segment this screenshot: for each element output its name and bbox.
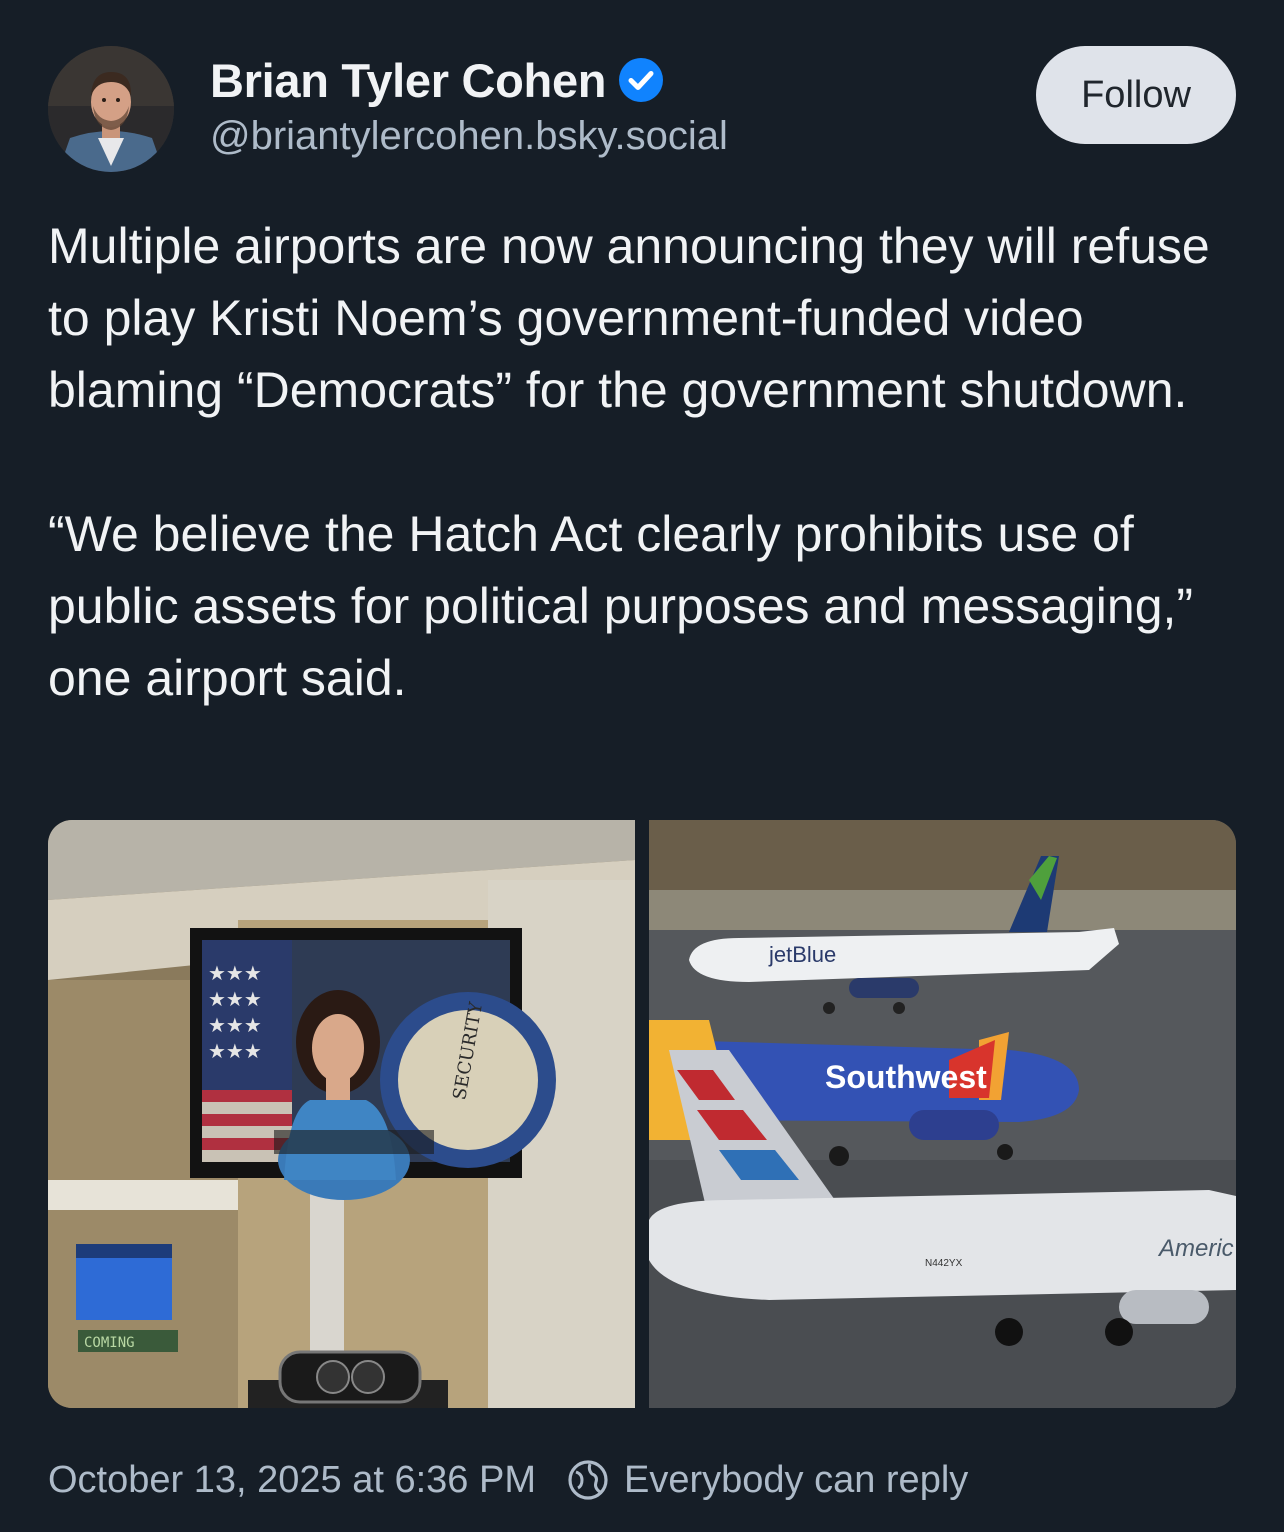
verified-check-icon [619,58,664,102]
jetblue-label: jetBlue [768,942,836,967]
post-card: Brian Tyler Cohen @briantylercohen.bsky.… [0,0,1284,1532]
author-handle[interactable]: @briantylercohen.bsky.social [210,114,728,159]
avatar[interactable] [48,46,174,172]
svg-text:★★★: ★★★ [208,961,262,985]
post-paragraph: “We believe the Hatch Act clearly prohib… [48,506,1194,706]
post-paragraph: Multiple airports are now announcing the… [48,218,1210,418]
post-footer: October 13, 2025 at 6:36 PM Everybody ca… [48,1452,968,1508]
southwest-label: Southwest [825,1059,987,1095]
globe-icon [568,1460,608,1500]
svg-text:★★★: ★★★ [208,987,262,1011]
svg-text:★★★: ★★★ [208,1013,262,1037]
tail-number-label: N442YX [925,1258,963,1269]
svg-text:★★★: ★★★ [208,1039,262,1063]
author-display-name[interactable]: Brian Tyler Cohen [210,53,607,108]
post-timestamp[interactable]: October 13, 2025 at 6:36 PM [48,1459,536,1502]
american-label: Americ [1157,1235,1234,1262]
author-name-row: Brian Tyler Cohen [210,52,664,108]
post-text: Multiple airports are now announcing the… [48,210,1238,714]
airport-tv-photo[interactable]: COMING ★★★ ★★★ ★★★ ★★★ SECURITY [48,820,635,1408]
media-gallery: COMING ★★★ ★★★ ★★★ ★★★ SECURITY jetBlue … [48,820,1236,1408]
follow-button[interactable]: Follow [1036,46,1236,144]
reply-setting-label[interactable]: Everybody can reply [624,1459,968,1502]
airport-planes-photo[interactable]: jetBlue Southwest Americ N442YX [649,820,1236,1408]
coming-sign-text: COMING [84,1335,135,1351]
